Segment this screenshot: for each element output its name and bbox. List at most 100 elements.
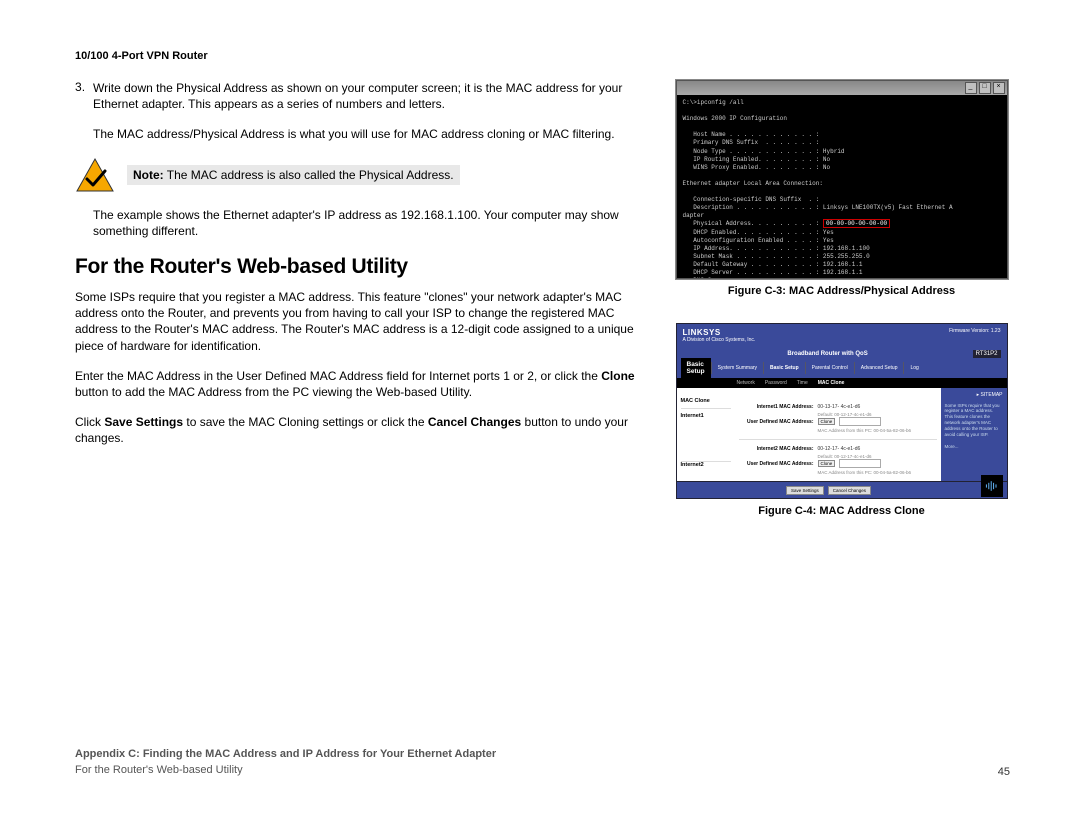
linksys-tab-advanced[interactable]: Advanced Setup	[854, 362, 904, 374]
cmd-hostname: Host Name . . . . . . . . . . . . :	[683, 131, 820, 138]
linksys-subtab-time[interactable]: Time	[797, 380, 808, 386]
step-list: Write down the Physical Address as shown…	[75, 80, 655, 239]
cmd-dhcp: DHCP Enabled. . . . . . . . . . . : Yes	[683, 229, 834, 236]
step3-main: Write down the Physical Address as shown…	[93, 80, 655, 112]
figure-c3-cmd-window: _ □ × C:\>ipconfig /all Windows 2000 IP …	[676, 80, 1008, 279]
linksys-subtabs: Network Password Time MAC Clone	[677, 378, 1007, 388]
section-heading: For the Router's Web-based Utility	[75, 255, 655, 279]
linksys-subtab-network[interactable]: Network	[737, 380, 755, 386]
cmd-wins-proxy: WINS Proxy Enabled. . . . . . . . : No	[683, 164, 831, 171]
cmd-dns-suffix: Primary DNS Suffix . . . . . . . :	[683, 139, 820, 146]
document-header: 10/100 4-Port VPN Router	[75, 50, 1010, 62]
right-column: _ □ × C:\>ipconfig /all Windows 2000 IP …	[673, 80, 1010, 537]
step-3: Write down the Physical Address as shown…	[93, 80, 655, 239]
linksys-tab-parental[interactable]: Parental Control	[805, 362, 854, 374]
note-bold: Note:	[133, 168, 164, 182]
cmd-phys-val: 00-00-00-00-00-00	[823, 219, 890, 228]
cmd-ip: IP Address. . . . . . . . . . . . : 192.…	[683, 245, 870, 252]
linksys-header: LINKSYS A Division of Cisco Systems, Inc…	[677, 324, 1007, 347]
p2c: button to add the MAC Address from the P…	[75, 385, 472, 399]
note-text: Note: The MAC address is also called the…	[127, 165, 460, 185]
figure-c4-caption: Figure C-4: MAC Address Clone	[758, 505, 924, 517]
step3-example: The example shows the Ethernet adapter's…	[93, 207, 655, 239]
cancel-changes-button[interactable]: Cancel Changes	[828, 486, 871, 495]
save-settings-button[interactable]: Save Settings	[786, 486, 824, 495]
linksys-firmware: Firmware Version: 1.23	[949, 328, 1000, 334]
linksys-logo: LINKSYS	[683, 328, 756, 337]
p2-clone: Clone	[601, 369, 634, 383]
mac-from-pc-1: MAC Address from this PC: 00-04-5a-82-06…	[818, 428, 937, 433]
warning-check-icon	[75, 157, 115, 193]
p3-cancel: Cancel Changes	[428, 415, 521, 429]
footer-section: For the Router's Web-based Utility	[75, 764, 243, 776]
figure-c4-linksys-window: LINKSYS A Division of Cisco Systems, Inc…	[676, 323, 1008, 499]
side-mac-clone: MAC Clone	[681, 394, 731, 409]
linksys-main: Internet1 MAC Address: 00-13-17- 4c-e1-d…	[735, 388, 941, 481]
linksys-tab-summary[interactable]: System Summary	[711, 362, 763, 374]
cmd-adapter-header: Ethernet adapter Local Area Connection:	[683, 180, 823, 187]
cmd-adapter-cont: dapter	[683, 212, 705, 219]
cmd-conn-suffix: Connection-specific DNS Suffix . :	[683, 196, 820, 203]
side-internet1: Internet1	[681, 409, 731, 462]
cmd-ip-routing: IP Routing Enabled. . . . . . . . : No	[683, 156, 831, 163]
step3-mac-line: The MAC address/Physical Address is what…	[93, 126, 655, 142]
cmd-node-type: Node Type . . . . . . . . . . . . : Hybr…	[683, 148, 845, 155]
cmd-prompt: C:\>ipconfig /all	[683, 99, 744, 106]
cmd-phys-label: Physical Address. . . . . . . . . :	[683, 220, 823, 227]
close-icon: ×	[993, 82, 1005, 94]
linksys-model: RT31P2	[973, 350, 1001, 358]
linksys-body: MAC Clone Internet1 Internet2 Internet1 …	[677, 388, 1007, 481]
ud-mac-label: User Defined MAC Address:	[739, 419, 814, 425]
int2-mac-value: 00-12-17- 4c-e1-d6	[818, 446, 861, 452]
cmd-gateway: Default Gateway . . . . . . . . . : 192.…	[683, 261, 863, 268]
content-area: Write down the Physical Address as shown…	[75, 80, 1010, 537]
p3c: to save the MAC Cloning settings or clic…	[183, 415, 428, 429]
page-number: 45	[998, 766, 1010, 778]
linksys-divider	[739, 439, 937, 440]
side-internet2: Internet2	[681, 462, 731, 468]
clone-button-1[interactable]: Clone	[818, 418, 836, 425]
ud-mac-input-2[interactable]	[839, 459, 881, 468]
linksys-help-panel: ▸ SITEMAP Some ISPs require that you reg…	[941, 388, 1007, 481]
int2-mac-label: Internet2 MAC Address:	[739, 446, 814, 452]
linksys-subtab-macclone[interactable]: MAC Clone	[818, 380, 845, 386]
mac-from-pc-2: MAC Address from this PC: 00-04-5a-82-06…	[818, 470, 937, 475]
p3-save: Save Settings	[104, 415, 183, 429]
linksys-subtab-password[interactable]: Password	[765, 380, 787, 386]
p2a: Enter the MAC Address in the User Define…	[75, 369, 601, 383]
linksys-product-name: Broadband Router with QoS	[787, 351, 867, 357]
int1-mac-label: Internet1 MAC Address:	[739, 404, 814, 410]
figure-c3-caption: Figure C-3: MAC Address/Physical Address	[728, 285, 955, 297]
minimize-icon: _	[965, 82, 977, 94]
cmd-dns-srv: DNS Servers . . . . . . . . . . . :	[683, 277, 820, 278]
linksys-more-link[interactable]: More...	[945, 444, 1003, 450]
utility-para-1: Some ISPs require that you register a MA…	[75, 289, 655, 354]
page-footer: Appendix C: Finding the MAC Address and …	[75, 747, 1010, 778]
p3a: Click	[75, 415, 104, 429]
cisco-logo-icon	[981, 475, 1003, 497]
left-column: Write down the Physical Address as shown…	[75, 80, 655, 537]
ud-mac-label-2: User Defined MAC Address:	[739, 461, 814, 467]
ud-mac-input-1[interactable]	[839, 417, 881, 426]
linksys-footer: Save Settings Cancel Changes	[677, 481, 1007, 498]
utility-para-2: Enter the MAC Address in the User Define…	[75, 368, 655, 400]
linksys-sitemap-link[interactable]: ▸ SITEMAP	[945, 392, 1003, 399]
footer-left: Appendix C: Finding the MAC Address and …	[75, 747, 496, 778]
note-body: The MAC address is also called the Physi…	[164, 168, 454, 182]
clone-button-2[interactable]: Clone	[818, 460, 836, 467]
linksys-tab-basic-setup[interactable]: Basic Setup	[681, 358, 711, 378]
note-row: Note: The MAC address is also called the…	[75, 157, 655, 193]
linksys-tab-log[interactable]: Log	[903, 362, 924, 374]
footer-appendix: Appendix C: Finding the MAC Address and …	[75, 748, 496, 760]
maximize-icon: □	[979, 82, 991, 94]
linksys-sidebar: MAC Clone Internet1 Internet2	[677, 388, 735, 481]
linksys-tabs: Basic Setup System Summary Basic Setup P…	[677, 358, 1007, 378]
cmd-descr: Description . . . . . . . . . . . : Link…	[683, 204, 953, 211]
cmd-title: Windows 2000 IP Configuration	[683, 115, 787, 122]
linksys-tagline: A Division of Cisco Systems, Inc.	[683, 337, 756, 343]
cmd-subnet: Subnet Mask . . . . . . . . . . . : 255.…	[683, 253, 870, 260]
cmd-autoconf: Autoconfiguration Enabled . . . . : Yes	[683, 237, 834, 244]
linksys-tab-basic[interactable]: Basic Setup	[763, 362, 805, 374]
int1-mac-value: 00-13-17- 4c-e1-d6	[818, 404, 861, 410]
cmd-dhcp-srv: DHCP Server . . . . . . . . . . . : 192.…	[683, 269, 863, 276]
